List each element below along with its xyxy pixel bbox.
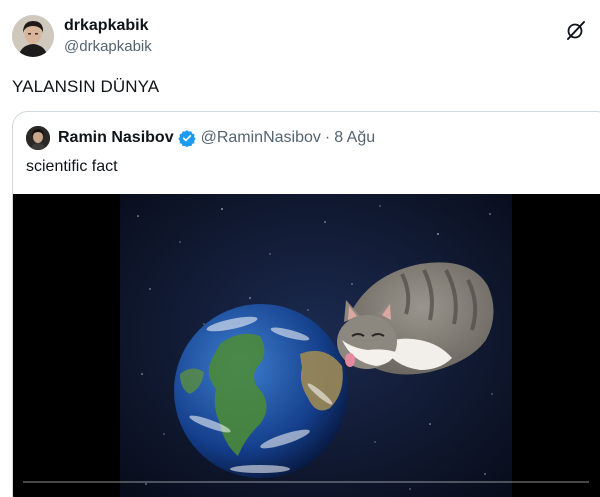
video-player[interactable] — [13, 194, 600, 497]
author-handle[interactable]: @drkapkabik — [64, 37, 152, 57]
quote-date[interactable]: 8 Ağu — [334, 129, 375, 147]
separator-dot: · — [324, 129, 331, 146]
quote-tweet-card[interactable]: Ramin Nasibov @RaminNasibov · 8 Ağu scie… — [12, 111, 600, 497]
quote-text: scientific fact — [26, 158, 118, 175]
video-progress-bar[interactable] — [23, 481, 589, 483]
video-frame[interactable] — [120, 194, 512, 497]
quote-author-handle[interactable]: @RaminNasibov — [201, 129, 321, 147]
author-avatar[interactable] — [12, 15, 54, 57]
quote-author-avatar[interactable] — [26, 126, 50, 150]
quote-header: Ramin Nasibov @RaminNasibov · 8 Ağu — [26, 126, 375, 150]
tweet-text: YALANSIN DÜNYA — [12, 77, 160, 96]
tweet-header: drkapkabik @drkapkabik — [12, 12, 588, 62]
grok-slash-icon[interactable] — [564, 18, 588, 42]
verified-badge-icon — [177, 129, 196, 148]
quote-author-name[interactable]: Ramin Nasibov — [58, 129, 174, 147]
author-info: drkapkabik @drkapkabik — [64, 16, 152, 57]
author-display-name[interactable]: drkapkabik — [64, 16, 152, 36]
